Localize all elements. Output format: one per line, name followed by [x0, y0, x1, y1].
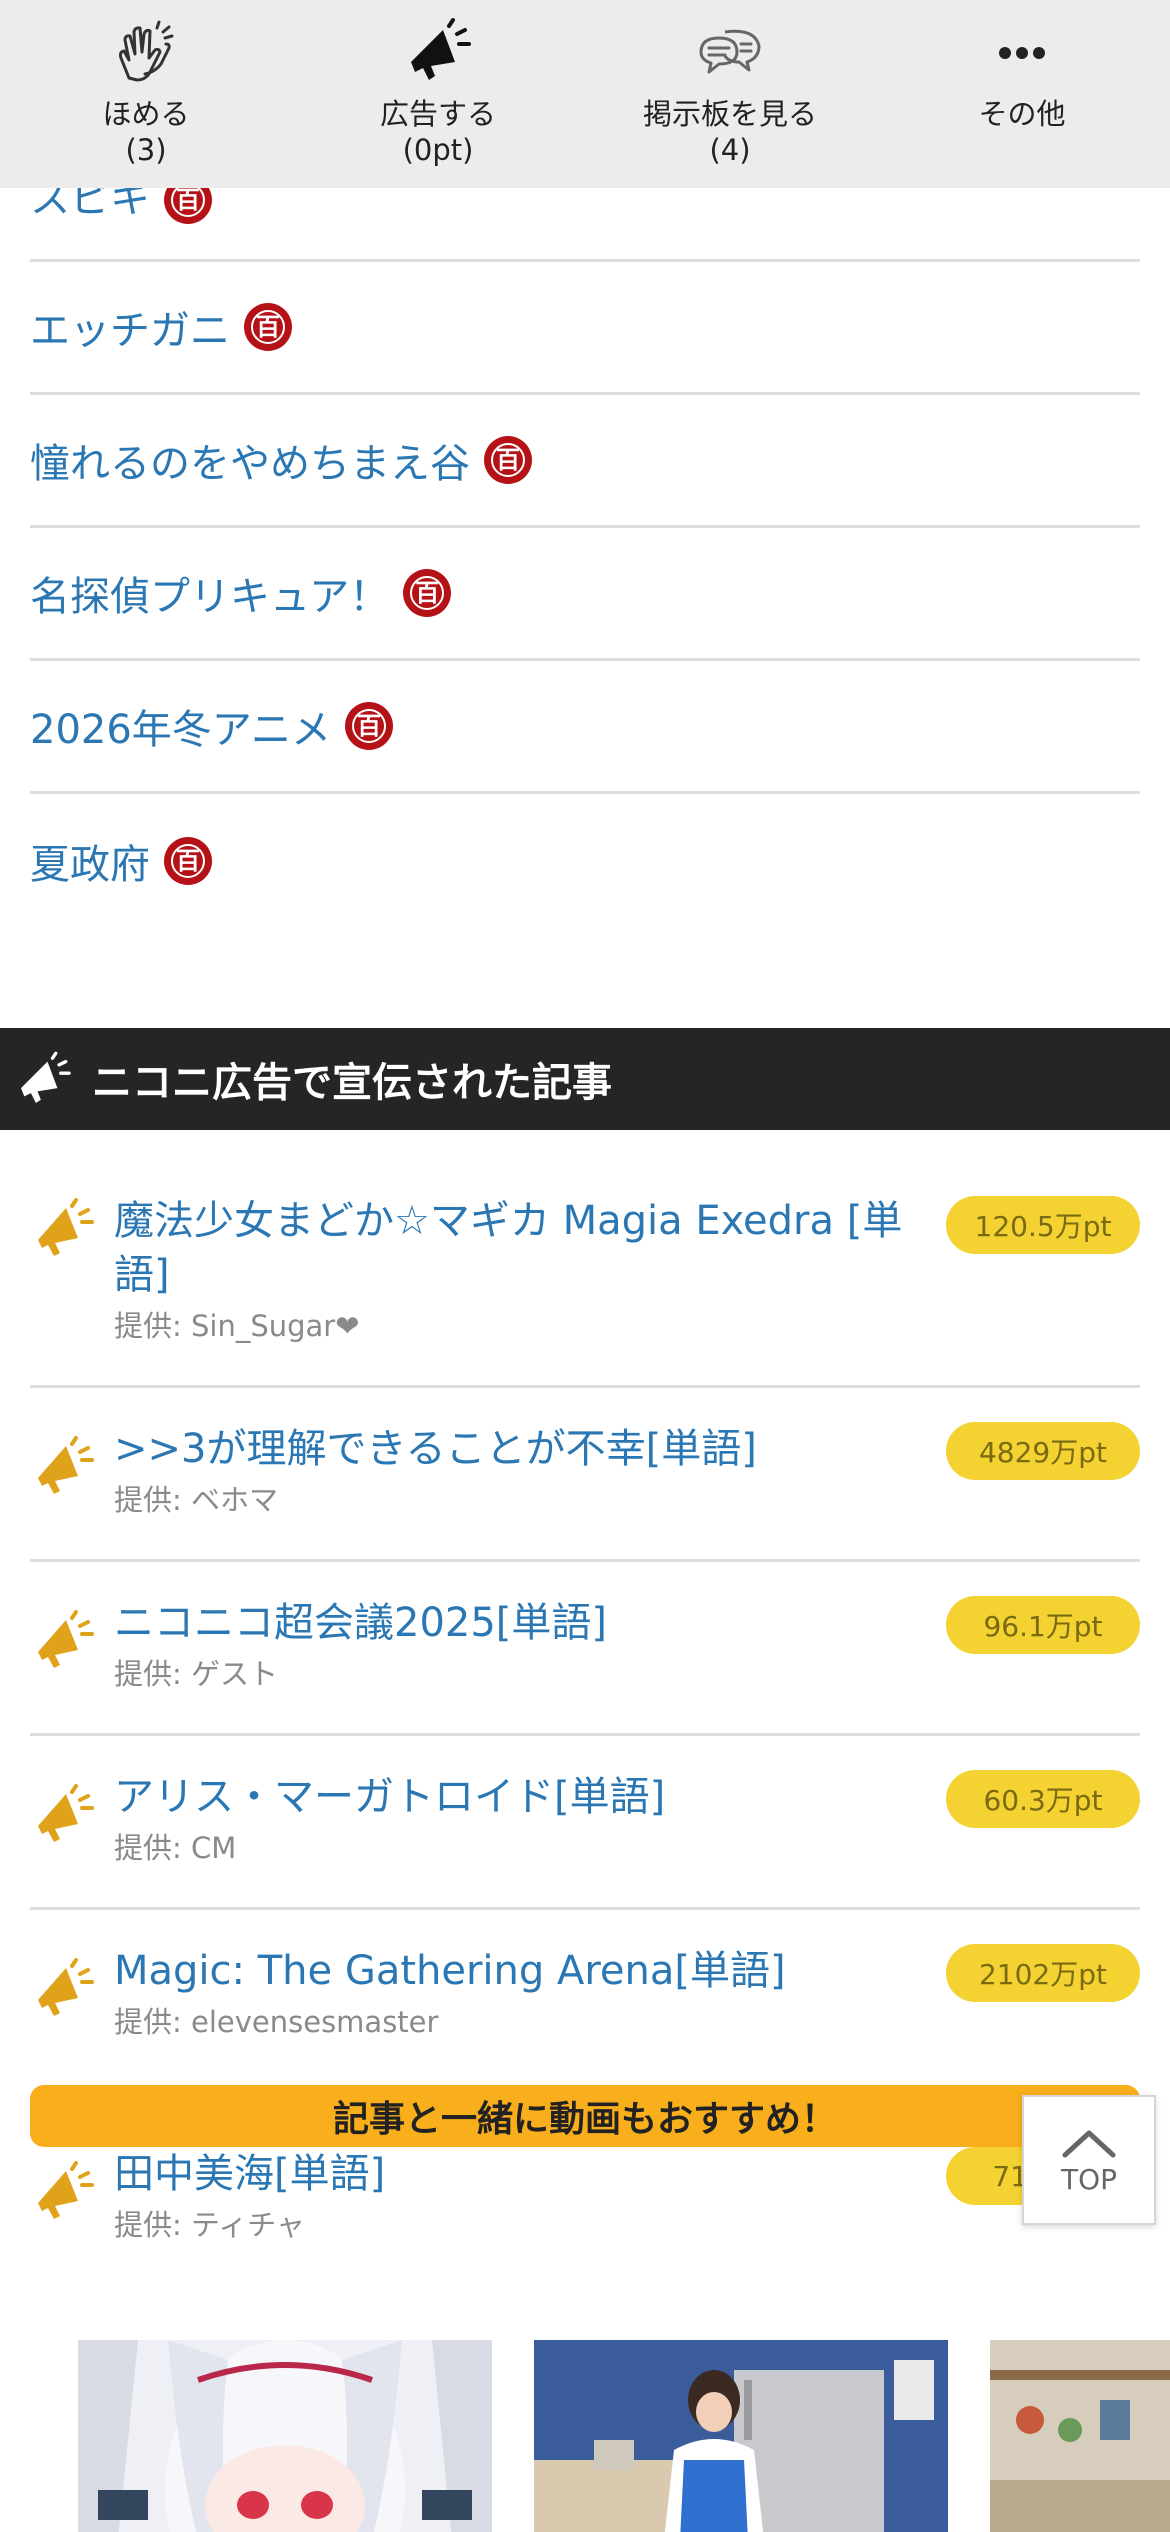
praise-button[interactable]: ほめる (3)	[0, 0, 292, 188]
advertise-label: 広告する	[379, 97, 496, 131]
ad-points-badge: 96.1万pt	[946, 1596, 1140, 1654]
related-item[interactable]: 名探偵プリキュア！ 百	[30, 528, 1140, 661]
related-item-label[interactable]: 2026年冬アニメ	[30, 697, 331, 755]
speech-bubbles-icon	[699, 29, 761, 74]
bbs-count: (4)	[709, 133, 751, 167]
more-label: その他	[978, 97, 1066, 131]
cooking-scene-image	[990, 2340, 1170, 2532]
horn-icon	[38, 1610, 94, 1668]
advertise-points: (0pt)	[402, 133, 474, 167]
ad-points-badge: 60.3万pt	[946, 1770, 1140, 1828]
ad-item-provider: 提供: elevensesmaster	[114, 2005, 439, 2039]
ad-item-provider: 提供: ベホマ	[114, 1483, 278, 1517]
more-button[interactable]: その他	[876, 0, 1168, 188]
ad-points-badge: 2102万pt	[946, 1944, 1140, 2002]
list-item[interactable]: 魔法少女まどか☆マギカ Magia Exedra [単語] 提供: Sin_Su…	[30, 1130, 1140, 1388]
dic-badge-icon: 百	[484, 436, 532, 484]
advertise-button[interactable]: 広告する (0pt)	[292, 0, 584, 188]
horn-icon	[38, 1958, 94, 2016]
ad-item-title[interactable]: アリス・マーガトロイド[単語]	[114, 1770, 934, 1824]
scroll-top-label: TOP	[1060, 2162, 1118, 2196]
ad-item-title[interactable]: 田中美海[単語]	[114, 2147, 934, 2201]
list-item[interactable]: アリス・マーガトロイド[単語] 提供: CM 60.3万pt	[30, 1736, 1140, 1910]
list-item[interactable]: >>3が理解できることが不幸[単語] 提供: ベホマ 4829万pt	[30, 1388, 1140, 1562]
related-articles-list: スピキ 百 エッチガニ 百 憧れるのをやめちまえ谷 百 名探偵プリキュア！ 百 …	[30, 188, 1140, 927]
related-item[interactable]: 憧れるのをやめちまえ谷 百	[30, 395, 1140, 528]
list-item[interactable]: ニコニコ超会議2025[単語] 提供: ゲスト 96.1万pt	[30, 1562, 1140, 1736]
video-thumbnail[interactable]	[990, 2340, 1170, 2532]
video-thumbnail-row	[0, 2340, 1170, 2532]
more-dots-icon	[999, 47, 1045, 59]
clapping-hands-icon	[118, 20, 174, 82]
horn-icon	[38, 1784, 94, 1842]
list-item[interactable]: Magic: The Gathering Arena[単語] 提供: eleve…	[30, 1910, 1140, 2075]
ad-item-provider: 提供: ティチャ	[114, 2208, 305, 2242]
related-item[interactable]: 夏政府 百	[30, 794, 1140, 927]
dic-badge-icon: 百	[403, 569, 452, 617]
ad-points-badge: 4829万pt	[946, 1422, 1140, 1480]
ad-item-provider: 提供: CM	[114, 1831, 237, 1865]
horn-icon	[38, 1436, 94, 1494]
related-item-label[interactable]: 名探偵プリキュア！	[30, 564, 389, 622]
ad-points-badge: 120.5万pt	[946, 1196, 1140, 1254]
dic-badge-icon: 百	[164, 188, 212, 224]
ad-item-title[interactable]: 魔法少女まどか☆マギカ Magia Exedra [単語]	[114, 1194, 934, 1302]
action-toolbar: ほめる (3) 広告する (0pt) 掲示板を見る (4) その他	[0, 0, 1170, 188]
kitchen-scene-image	[534, 2340, 948, 2532]
ad-section-title: ニコニ広告で宣伝された記事	[92, 1060, 612, 1106]
related-item[interactable]: エッチガニ 百	[30, 262, 1140, 395]
horn-icon	[38, 1198, 94, 1256]
megaphone-icon	[411, 18, 471, 80]
ad-item-title[interactable]: ニコニコ超会議2025[単語]	[114, 1596, 934, 1650]
dic-badge-icon: 百	[164, 836, 212, 885]
related-item-label[interactable]: スピキ	[30, 188, 150, 224]
related-item-label[interactable]: 夏政府	[30, 832, 150, 890]
ad-item-title[interactable]: Magic: The Gathering Arena[単語]	[114, 1944, 934, 1998]
praise-count: (3)	[125, 133, 167, 167]
praise-label: ほめる	[102, 97, 190, 131]
scroll-top-button[interactable]: TOP	[1022, 2095, 1156, 2225]
ad-item-provider: 提供: ゲスト	[114, 1657, 278, 1691]
anime-character-image	[78, 2340, 492, 2532]
ad-item-provider: 提供: Sin_Sugar❤	[114, 1309, 360, 1343]
dic-badge-icon: 百	[345, 702, 393, 750]
video-thumbnail[interactable]	[78, 2340, 492, 2532]
dic-badge-icon: 百	[244, 303, 292, 351]
megaphone-icon	[20, 1051, 71, 1104]
bbs-button[interactable]: 掲示板を見る (4)	[584, 0, 876, 188]
related-item[interactable]: 2026年冬アニメ 百	[30, 661, 1140, 794]
chevron-up-icon	[1062, 2130, 1116, 2157]
ad-item-title[interactable]: >>3が理解できることが不幸[単語]	[114, 1422, 934, 1476]
advertised-articles-list: 魔法少女まどか☆マギカ Magia Exedra [単語] 提供: Sin_Su…	[30, 1130, 1140, 2242]
ad-section-header: ニコニ広告で宣伝された記事	[0, 1028, 1170, 1130]
video-thumbnail[interactable]	[534, 2340, 948, 2532]
related-item[interactable]: スピキ 百	[30, 188, 1140, 262]
video-recommendation-banner: 記事と一緒に動画もおすすめ！	[30, 2085, 1140, 2147]
related-item-label[interactable]: 憧れるのをやめちまえ谷	[30, 431, 470, 489]
bbs-label: 掲示板を見る	[642, 97, 817, 131]
related-item-label[interactable]: エッチガニ	[30, 298, 230, 356]
horn-icon	[38, 2161, 94, 2219]
